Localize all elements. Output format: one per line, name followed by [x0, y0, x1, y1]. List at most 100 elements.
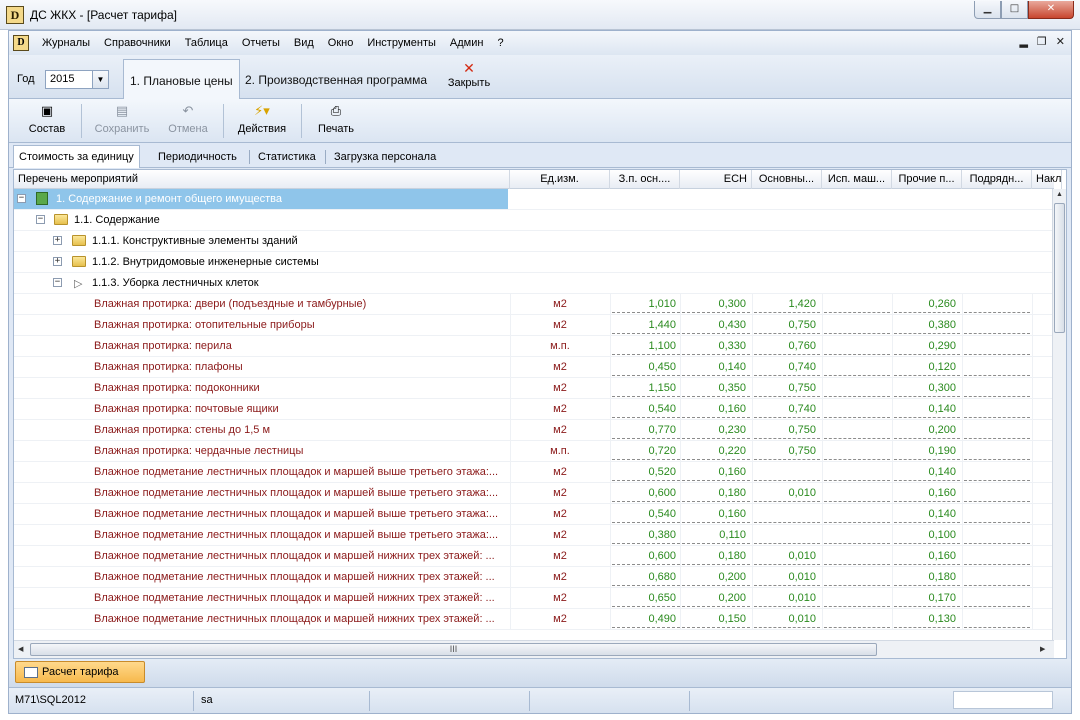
- esn-cell[interactable]: 0,330: [682, 336, 750, 355]
- other-cell[interactable]: 0,120: [894, 357, 960, 376]
- activity-name-cell[interactable]: Влажное подметание лестничных площадок и…: [90, 525, 510, 545]
- other-cell[interactable]: 0,180: [894, 567, 960, 586]
- table-row[interactable]: Влажная протирка: стены до 1,5 м м2 0,770 0…: [14, 420, 1054, 441]
- materials-cell[interactable]: 0,750: [754, 441, 820, 460]
- activity-name-cell[interactable]: Влажная протирка: почтовые ящики: [90, 399, 510, 419]
- salary-cell[interactable]: 0,450: [612, 357, 680, 376]
- materials-cell[interactable]: 0,010: [754, 546, 820, 565]
- other-cell[interactable]: 0,260: [894, 294, 960, 313]
- salary-cell[interactable]: 0,650: [612, 588, 680, 607]
- activity-name-cell[interactable]: Влажное подметание лестничных площадок и…: [90, 483, 510, 503]
- menu-item-view[interactable]: Вид: [287, 37, 321, 49]
- machines-cell[interactable]: [824, 588, 890, 607]
- group-row[interactable]: + 1.1.2. Внутридомовые инженерные систем…: [14, 252, 1054, 273]
- materials-cell[interactable]: 0,010: [754, 567, 820, 586]
- materials-cell[interactable]: 0,010: [754, 609, 820, 628]
- unit-cell[interactable]: м2: [510, 546, 610, 566]
- esn-cell[interactable]: 0,350: [682, 378, 750, 397]
- machines-cell[interactable]: [824, 504, 890, 523]
- activity-name-cell[interactable]: Влажное подметание лестничных площадок и…: [90, 567, 510, 587]
- materials-cell[interactable]: 0,760: [754, 336, 820, 355]
- other-cell[interactable]: 0,380: [894, 315, 960, 334]
- table-row[interactable]: Влажное подметание лестничных площадок и…: [14, 567, 1054, 588]
- esn-cell[interactable]: 0,160: [682, 504, 750, 523]
- activity-name-cell[interactable]: Влажное подметание лестничных площадок и…: [90, 504, 510, 524]
- salary-cell[interactable]: 0,520: [612, 462, 680, 481]
- maximize-window-button[interactable]: □: [1001, 1, 1028, 19]
- table-row[interactable]: Влажное подметание лестничных площадок и…: [14, 504, 1054, 525]
- machines-cell[interactable]: [824, 567, 890, 586]
- collapse-toggle-icon[interactable]: −: [53, 278, 62, 287]
- table-row[interactable]: Влажная протирка: почтовые ящики м2 0,540 0…: [14, 399, 1054, 420]
- activity-name-cell[interactable]: Влажная протирка: перила: [90, 336, 510, 356]
- materials-cell[interactable]: [754, 504, 820, 523]
- scroll-up-icon[interactable]: ▲: [1056, 191, 1063, 198]
- materials-cell[interactable]: [754, 525, 820, 544]
- vertical-scrollbar[interactable]: ▲: [1052, 189, 1066, 640]
- machines-cell[interactable]: [824, 483, 890, 502]
- esn-cell[interactable]: 0,150: [682, 609, 750, 628]
- column-header-esn[interactable]: ЕСН: [680, 170, 752, 189]
- tab-unit-cost[interactable]: Стоимость за единицу: [13, 145, 140, 168]
- contractor-cell[interactable]: [964, 462, 1030, 481]
- menu-item-directories[interactable]: Справочники: [97, 37, 178, 49]
- esn-cell[interactable]: 0,430: [682, 315, 750, 334]
- unit-cell[interactable]: м2: [510, 483, 610, 503]
- contractor-cell[interactable]: [964, 525, 1030, 544]
- menu-item-reports[interactable]: Отчеты: [235, 37, 287, 49]
- table-row[interactable]: Влажное подметание лестничных площадок и…: [14, 462, 1054, 483]
- activity-name-cell[interactable]: Влажная протирка: отопительные приборы: [90, 315, 510, 335]
- save-button[interactable]: ▤ Сохранить: [89, 102, 155, 140]
- contractor-cell[interactable]: [964, 483, 1030, 502]
- table-row[interactable]: Влажная протирка: двери (подъездные и та…: [14, 294, 1054, 315]
- esn-cell[interactable]: 0,230: [682, 420, 750, 439]
- other-cell[interactable]: 0,290: [894, 336, 960, 355]
- salary-cell[interactable]: 0,770: [612, 420, 680, 439]
- chevron-down-icon[interactable]: ▼: [92, 71, 108, 88]
- esn-cell[interactable]: 0,160: [682, 462, 750, 481]
- column-header-unit[interactable]: Ед.изм.: [510, 170, 610, 189]
- year-select[interactable]: 2015 ▼: [45, 70, 109, 89]
- unit-cell[interactable]: м2: [510, 588, 610, 608]
- table-row[interactable]: Влажная протирка: перила м.п. 1,100 0,330 0,…: [14, 336, 1054, 357]
- table-row[interactable]: Влажное подметание лестничных площадок и…: [14, 609, 1054, 630]
- esn-cell[interactable]: 0,110: [682, 525, 750, 544]
- table-row[interactable]: Влажное подметание лестничных площадок и…: [14, 483, 1054, 504]
- salary-cell[interactable]: 1,010: [612, 294, 680, 313]
- machines-cell[interactable]: [824, 441, 890, 460]
- esn-cell[interactable]: 0,180: [682, 483, 750, 502]
- mdi-restore-icon[interactable]: ❐: [1037, 35, 1047, 48]
- machines-cell[interactable]: [824, 294, 890, 313]
- machines-cell[interactable]: [824, 525, 890, 544]
- other-cell[interactable]: 0,140: [894, 504, 960, 523]
- table-row[interactable]: Влажная протирка: чердачные лестницы м.п.…: [14, 441, 1054, 462]
- menu-item-table[interactable]: Таблица: [178, 37, 235, 49]
- other-cell[interactable]: 0,190: [894, 441, 960, 460]
- table-row[interactable]: Влажная протирка: подоконники м2 1,150 0,35…: [14, 378, 1054, 399]
- column-header-overhead[interactable]: Накла: [1032, 170, 1062, 189]
- esn-cell[interactable]: 0,220: [682, 441, 750, 460]
- materials-cell[interactable]: 0,010: [754, 588, 820, 607]
- horizontal-scroll-thumb[interactable]: III: [30, 643, 877, 656]
- actions-button[interactable]: ⚡▾ Действия: [233, 102, 291, 140]
- column-header-contractor[interactable]: Подрядн...: [962, 170, 1032, 189]
- close-tab-button[interactable]: ✕ Закрыть: [437, 59, 501, 97]
- table-row[interactable]: Влажное подметание лестничных площадок и…: [14, 546, 1054, 567]
- other-cell[interactable]: 0,130: [894, 609, 960, 628]
- materials-cell[interactable]: 0,750: [754, 378, 820, 397]
- contractor-cell[interactable]: [964, 357, 1030, 376]
- machines-cell[interactable]: [824, 609, 890, 628]
- machines-cell[interactable]: [824, 336, 890, 355]
- activity-name-cell[interactable]: Влажная протирка: плафоны: [90, 357, 510, 377]
- minimize-window-button[interactable]: ▁: [974, 1, 1001, 19]
- salary-cell[interactable]: 0,600: [612, 483, 680, 502]
- salary-cell[interactable]: 1,100: [612, 336, 680, 355]
- column-header-machines[interactable]: Исп. маш...: [822, 170, 892, 189]
- salary-cell[interactable]: 1,440: [612, 315, 680, 334]
- unit-cell[interactable]: м2: [510, 399, 610, 419]
- mdi-minimize-icon[interactable]: ▂: [1019, 35, 1027, 48]
- other-cell[interactable]: 0,100: [894, 525, 960, 544]
- machines-cell[interactable]: [824, 420, 890, 439]
- salary-cell[interactable]: 0,540: [612, 399, 680, 418]
- table-row[interactable]: Влажное подметание лестничных площадок и…: [14, 525, 1054, 546]
